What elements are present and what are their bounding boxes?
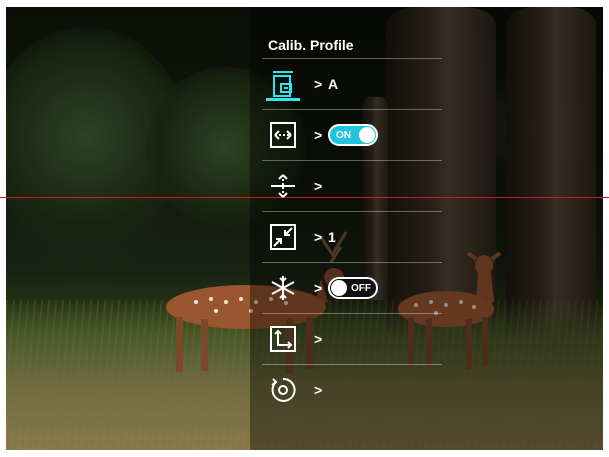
toggle-label: ON [336, 129, 351, 141]
menu-item-zoom[interactable]: > 1 [262, 211, 442, 262]
vertical-adjust-icon [266, 169, 300, 203]
chevron-right-icon: > [314, 178, 323, 194]
menu-item-profile[interactable]: > A [262, 58, 442, 109]
menu-item-freeze[interactable]: > OFF [262, 262, 442, 313]
expand-toggle[interactable]: ON [328, 124, 378, 146]
menu-item-reset[interactable]: > [262, 364, 442, 415]
axis-position-icon [266, 322, 300, 356]
horizontal-expand-icon [266, 118, 300, 152]
toggle-knob [359, 127, 375, 143]
toggle-knob [331, 280, 347, 296]
freeze-icon [266, 271, 300, 305]
chevron-right-icon: > [314, 76, 323, 92]
calibration-profile-icon [266, 67, 300, 101]
toggle-label: OFF [351, 282, 371, 294]
selection-indicator [266, 98, 300, 101]
chevron-right-icon: > [314, 127, 323, 143]
menu-item-vertical-adjust[interactable]: > [262, 160, 442, 211]
zoom-value: 1 [328, 229, 336, 245]
menu-title: Calib. Profile [268, 37, 354, 53]
chevron-right-icon: > [314, 382, 323, 398]
chevron-right-icon: > [314, 331, 323, 347]
menu-item-axis-position[interactable]: > [262, 313, 442, 364]
chevron-right-icon: > [314, 229, 323, 245]
zoom-shrink-icon [266, 220, 300, 254]
profile-value: A [328, 76, 339, 92]
reset-icon [266, 373, 300, 407]
chevron-right-icon: > [314, 280, 323, 296]
freeze-toggle[interactable]: OFF [328, 277, 378, 299]
calibration-menu: Calib. Profile > A > ON > > 1 > OFF > > [262, 32, 442, 415]
menu-item-horizontal-expand[interactable]: > ON [262, 109, 442, 160]
